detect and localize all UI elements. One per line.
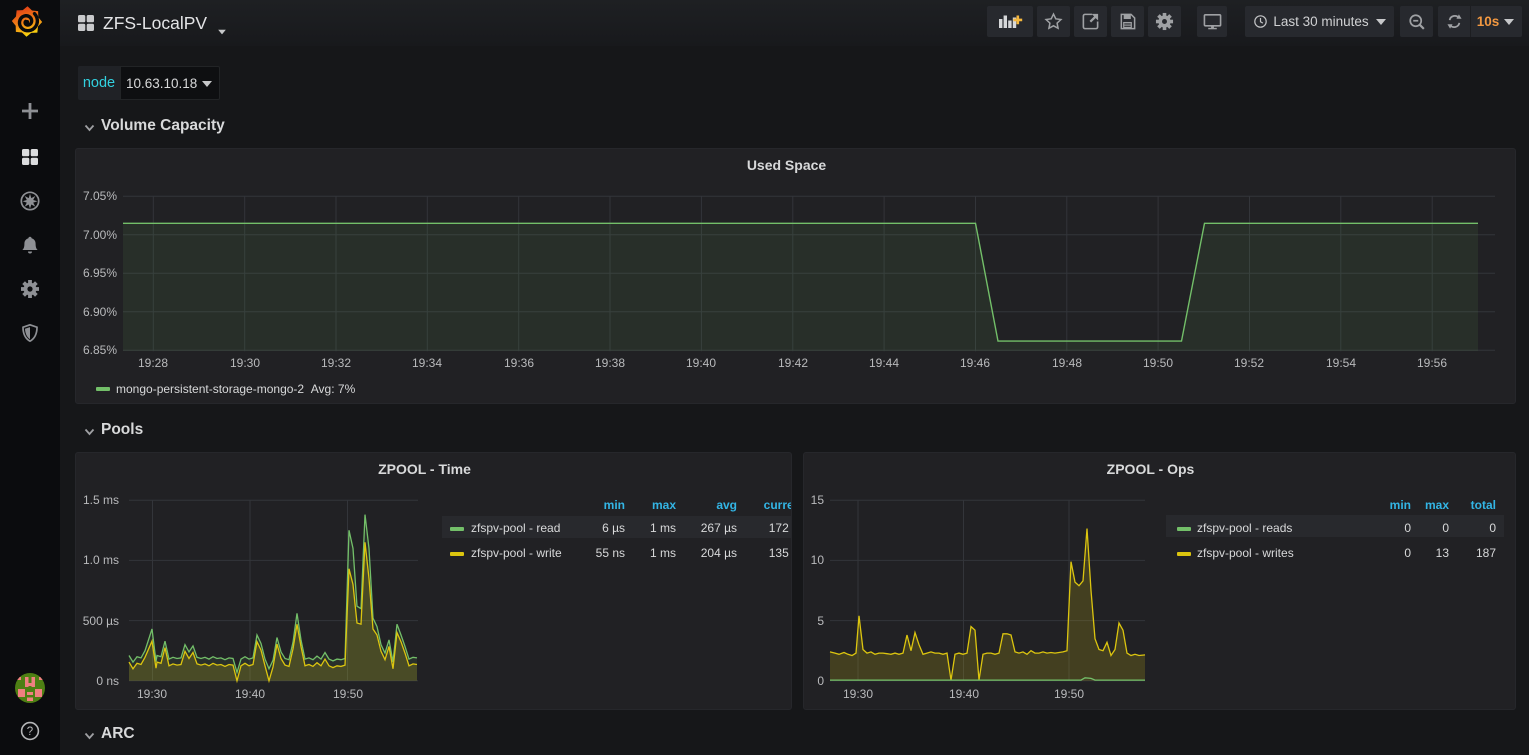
svg-text:?: ? [27, 726, 33, 738]
